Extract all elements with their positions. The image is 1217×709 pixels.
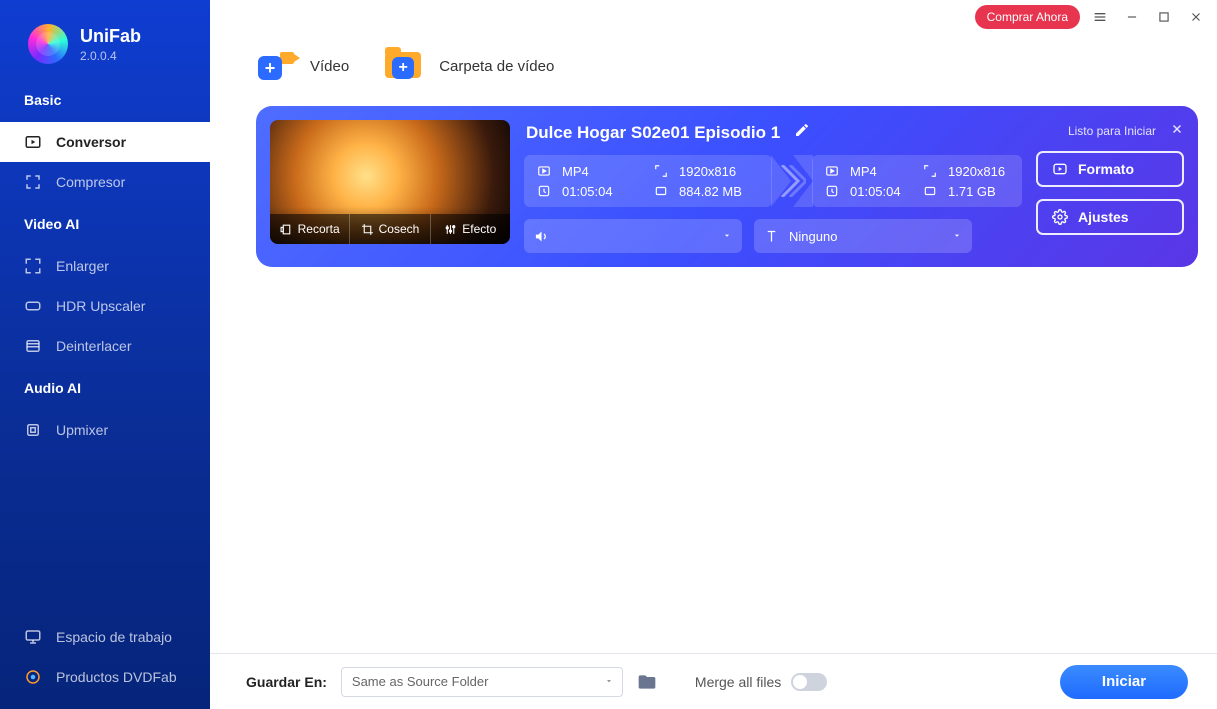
section-basic: Basic bbox=[0, 84, 210, 122]
audio-track-select[interactable] bbox=[524, 219, 742, 253]
sidebar-item-products[interactable]: Productos DVDFab bbox=[0, 657, 210, 697]
gear-icon bbox=[1052, 209, 1068, 225]
deinterlace-icon bbox=[24, 337, 42, 355]
clock-icon bbox=[824, 183, 840, 199]
output-info: MP4 1920x816 01:05:04 1.71 GB bbox=[812, 155, 1022, 207]
arrow-icon bbox=[772, 155, 812, 207]
edit-title-icon[interactable] bbox=[794, 122, 810, 143]
edit-tab-recortar[interactable]: Recorta bbox=[270, 214, 350, 244]
speaker-icon bbox=[534, 229, 549, 244]
output-format: MP4 bbox=[850, 164, 912, 179]
sidebar-label: Conversor bbox=[56, 134, 126, 150]
sidebar-label: Espacio de trabajo bbox=[56, 629, 172, 645]
camera-icon bbox=[280, 52, 294, 64]
compress-icon bbox=[24, 173, 42, 191]
format-icon bbox=[824, 163, 840, 179]
input-duration: 01:05:04 bbox=[562, 184, 643, 199]
format-icon bbox=[536, 163, 552, 179]
sidebar-label: Enlarger bbox=[56, 258, 109, 274]
resolution-icon bbox=[653, 163, 669, 179]
add-folder-label: Carpeta de vídeo bbox=[439, 58, 554, 75]
save-in-label: Guardar En: bbox=[246, 674, 327, 690]
sidebar-item-conversor[interactable]: Conversor bbox=[0, 122, 210, 162]
chevron-down-icon bbox=[722, 229, 732, 244]
close-icon[interactable] bbox=[1184, 5, 1208, 29]
text-icon bbox=[764, 229, 779, 244]
play-circle-icon bbox=[1052, 161, 1068, 177]
play-square-icon bbox=[24, 133, 42, 151]
sidebar: UniFab 2.0.0.4 Basic Conversor Compresor bbox=[0, 0, 210, 709]
start-button[interactable]: Iniciar bbox=[1060, 665, 1188, 699]
task-title: Dulce Hogar S02e01 Episodio 1 bbox=[526, 123, 780, 143]
merge-label: Merge all files bbox=[695, 674, 781, 690]
bottom-bar: Guardar En: Same as Source Folder Merge … bbox=[210, 653, 1217, 709]
section-video-ai: Video AI bbox=[0, 208, 210, 246]
edit-tab-label: Efecto bbox=[462, 222, 496, 236]
dvdfab-icon bbox=[24, 668, 42, 686]
sidebar-item-enlarger[interactable]: Enlarger bbox=[0, 246, 210, 286]
sidebar-label: Compresor bbox=[56, 174, 125, 190]
edit-tab-cosechar[interactable]: Cosech bbox=[350, 214, 430, 244]
buy-now-button[interactable]: Comprar Ahora bbox=[975, 5, 1080, 29]
expand-icon bbox=[24, 257, 42, 275]
input-resolution: 1920x816 bbox=[679, 164, 760, 179]
app-name: UniFab bbox=[80, 26, 141, 47]
size-icon bbox=[653, 183, 669, 199]
clock-icon bbox=[536, 183, 552, 199]
upmix-icon bbox=[24, 421, 42, 439]
ajustes-button[interactable]: Ajustes bbox=[1036, 199, 1184, 235]
input-format: MP4 bbox=[562, 164, 643, 179]
ajustes-label: Ajustes bbox=[1078, 209, 1129, 225]
merge-toggle[interactable] bbox=[791, 673, 827, 691]
edit-tab-efectos[interactable]: Efecto bbox=[431, 214, 510, 244]
sidebar-item-compresor[interactable]: Compresor bbox=[0, 162, 210, 202]
add-folder-button[interactable]: + Carpeta de vídeo bbox=[385, 48, 554, 84]
task-card: Recorta Cosech Efecto Dulce Hogar S02e01… bbox=[256, 106, 1198, 267]
app-logo bbox=[28, 24, 68, 64]
sidebar-label: HDR Upscaler bbox=[56, 298, 145, 314]
sidebar-item-hdr-upscaler[interactable]: HDR Upscaler bbox=[0, 286, 210, 326]
edit-tab-label: Recorta bbox=[298, 222, 340, 236]
plus-icon: + bbox=[258, 56, 282, 80]
sidebar-item-deinterlacer[interactable]: Deinterlacer bbox=[0, 326, 210, 366]
save-folder-select[interactable]: Same as Source Folder bbox=[341, 667, 623, 697]
output-duration: 01:05:04 bbox=[850, 184, 912, 199]
edit-tab-label: Cosech bbox=[379, 222, 420, 236]
brand-block: UniFab 2.0.0.4 bbox=[0, 0, 210, 84]
input-size: 884.82 MB bbox=[679, 184, 760, 199]
menu-icon[interactable] bbox=[1088, 5, 1112, 29]
sidebar-item-upmixer[interactable]: Upmixer bbox=[0, 410, 210, 450]
formato-label: Formato bbox=[1078, 161, 1134, 177]
add-video-button[interactable]: + Vídeo bbox=[256, 48, 349, 84]
size-icon bbox=[922, 183, 938, 199]
maximize-icon[interactable] bbox=[1152, 5, 1176, 29]
app-version: 2.0.0.4 bbox=[80, 49, 141, 63]
plus-icon: + bbox=[392, 57, 414, 79]
resolution-icon bbox=[922, 163, 938, 179]
subtitle-value: Ninguno bbox=[789, 229, 837, 244]
save-folder-value: Same as Source Folder bbox=[352, 674, 489, 689]
open-folder-icon[interactable] bbox=[637, 672, 657, 692]
minimize-icon[interactable] bbox=[1120, 5, 1144, 29]
subtitle-select[interactable]: Ninguno bbox=[754, 219, 972, 253]
sidebar-label: Upmixer bbox=[56, 422, 108, 438]
task-status: Listo para Iniciar bbox=[1068, 124, 1156, 138]
titlebar: Comprar Ahora bbox=[965, 0, 1217, 34]
remove-task-icon[interactable] bbox=[1170, 122, 1184, 139]
add-video-label: Vídeo bbox=[310, 58, 349, 75]
main: Comprar Ahora + Vídeo bbox=[210, 0, 1217, 709]
chevron-down-icon bbox=[604, 674, 614, 689]
sidebar-label: Deinterlacer bbox=[56, 338, 131, 354]
formato-button[interactable]: Formato bbox=[1036, 151, 1184, 187]
output-size: 1.71 GB bbox=[948, 184, 1010, 199]
chevron-down-icon bbox=[952, 229, 962, 244]
section-audio-ai: Audio AI bbox=[0, 372, 210, 410]
hdr-icon bbox=[24, 297, 42, 315]
sidebar-label: Productos DVDFab bbox=[56, 669, 177, 685]
sidebar-item-workspace[interactable]: Espacio de trabajo bbox=[0, 617, 210, 657]
output-resolution: 1920x816 bbox=[948, 164, 1010, 179]
input-info: MP4 1920x816 01:05:04 884.82 MB bbox=[524, 155, 772, 207]
monitor-icon bbox=[24, 628, 42, 646]
